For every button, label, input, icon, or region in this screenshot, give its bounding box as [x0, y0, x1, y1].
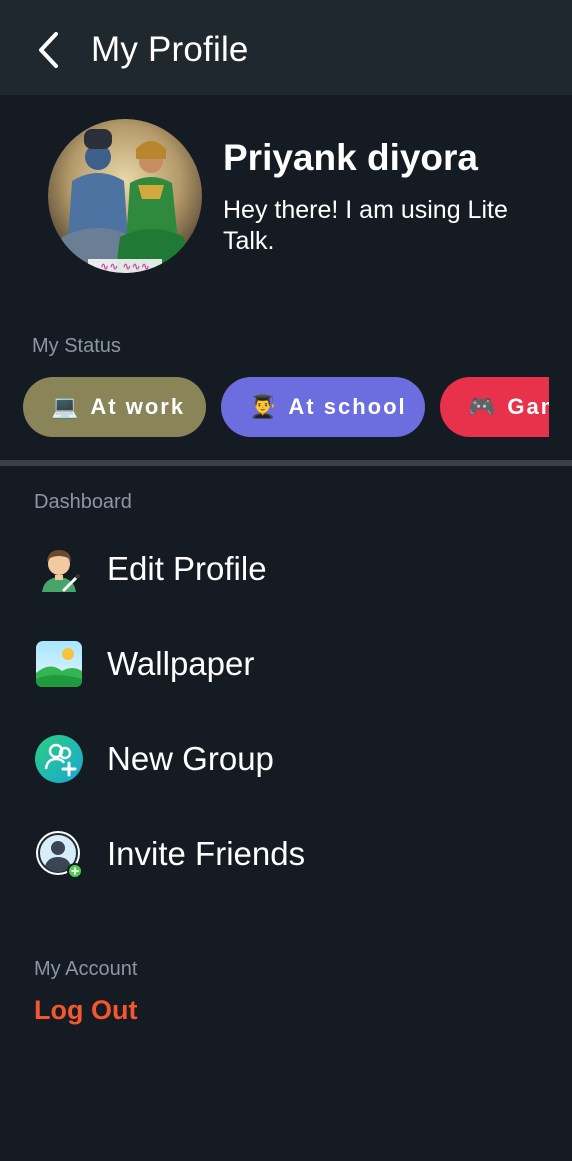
profile-section: ∿∿ ∿∿∿ Priyank diyora Hey there! I am us… — [0, 95, 572, 460]
status-chip-label: Gaming — [507, 394, 549, 419]
status-chip-row[interactable]: 💻 At work 👨‍🎓 At school 🎮 Gaming — [0, 377, 549, 437]
status-chip-gaming[interactable]: 🎮 Gaming — [440, 377, 549, 437]
back-button[interactable] — [28, 28, 68, 72]
profile-name: Priyank diyora — [223, 137, 479, 178]
status-chip-label: At work — [90, 394, 186, 419]
menu-item-new-group[interactable]: New Group — [0, 719, 572, 799]
wallpaper-icon — [36, 641, 82, 687]
account-section-label: My Account — [34, 958, 138, 980]
edit-profile-icon — [42, 550, 81, 592]
log-out-button[interactable]: Log Out — [34, 995, 137, 1026]
student-icon: 👨‍🎓 — [249, 394, 277, 419]
profile-about: Hey there! I am using Lite Talk. — [223, 196, 508, 255]
chevron-left-icon — [39, 32, 58, 68]
menu-item-invite-friends[interactable]: Invite Friends — [0, 814, 572, 894]
status-chip-school[interactable]: 👨‍🎓 At school — [221, 377, 425, 437]
avatar[interactable]: ∿∿ ∿∿∿ — [48, 119, 202, 273]
profile-photo: ∿∿ ∿∿∿ — [48, 119, 202, 273]
status-section-label: My Status — [32, 335, 121, 357]
page-title: My Profile — [91, 30, 249, 69]
menu-item-label: Invite Friends — [107, 835, 306, 872]
menu-item-label: Edit Profile — [107, 550, 267, 587]
dashboard-section-label: Dashboard — [34, 491, 132, 513]
invite-friends-icon — [36, 831, 83, 879]
game-controller-icon: 🎮 — [468, 394, 496, 419]
menu-item-label: New Group — [107, 740, 274, 777]
menu-item-label: Wallpaper — [107, 645, 255, 682]
status-chip-label: At school — [288, 394, 407, 419]
svg-text:∿∿ ∿∿∿: ∿∿ ∿∿∿ — [100, 260, 150, 273]
laptop-icon: 💻 — [51, 394, 79, 419]
app-bar: My Profile — [0, 0, 572, 95]
section-divider — [0, 460, 572, 466]
status-chip-work[interactable]: 💻 At work — [23, 377, 206, 437]
menu-item-edit-profile[interactable]: Edit Profile — [0, 529, 572, 609]
menu-item-wallpaper[interactable]: Wallpaper — [0, 624, 572, 704]
new-group-icon — [35, 735, 83, 783]
